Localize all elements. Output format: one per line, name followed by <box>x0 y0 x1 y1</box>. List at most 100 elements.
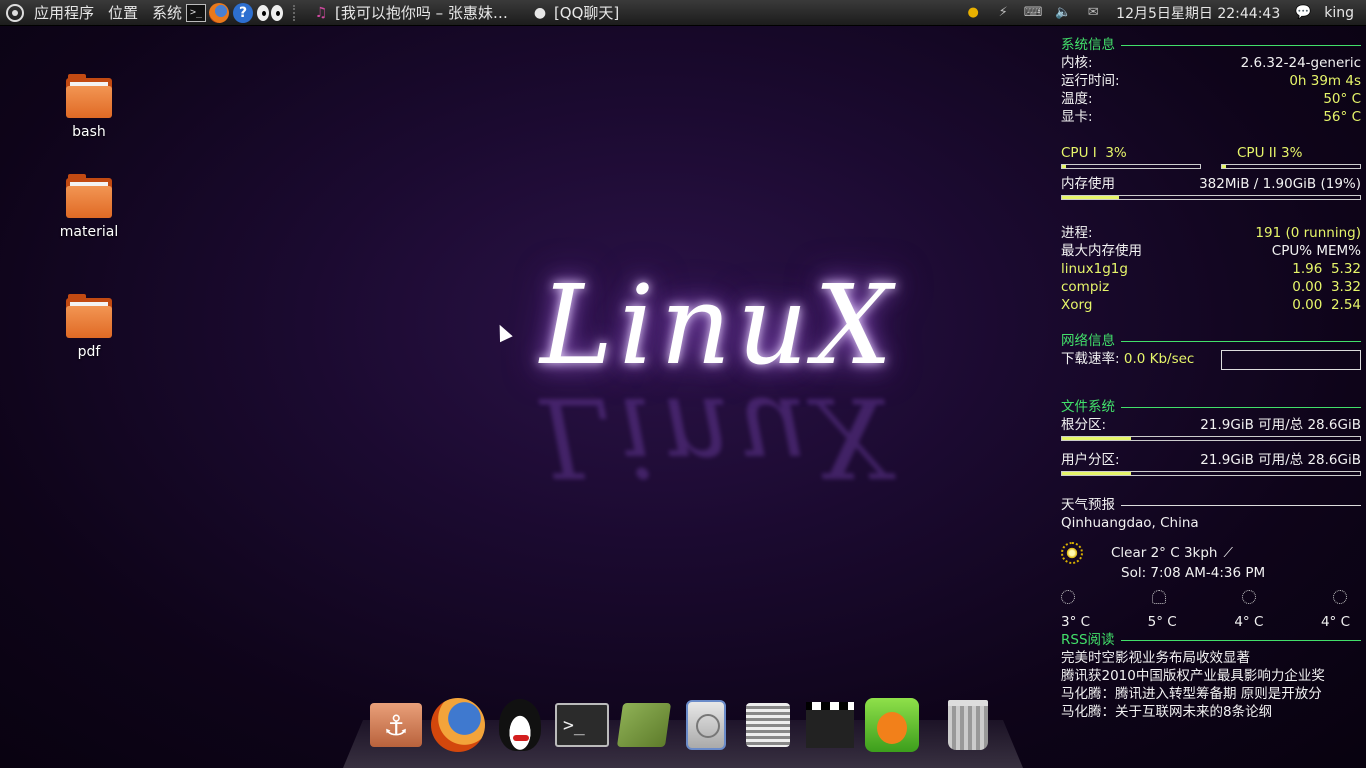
dock-spring-launcher[interactable] <box>740 697 796 753</box>
terminal-launcher-icon[interactable]: >_ <box>186 3 207 22</box>
folder-icon <box>66 294 112 338</box>
desktop-folder-bash[interactable]: bash <box>44 74 134 140</box>
dock-qq-launcher[interactable] <box>492 697 548 753</box>
trash-icon <box>948 700 988 750</box>
dock-anchor-launcher[interactable]: ⚓ <box>368 697 424 753</box>
weather-sun-times: Sol: 7:08 AM-4:36 PM <box>1121 565 1266 581</box>
section-header-sysinfo: 系统信息 <box>1061 36 1361 54</box>
process-row: Xorg 0.00 2.54 <box>1061 297 1361 313</box>
desktop-folder-pdf[interactable]: pdf <box>44 294 134 360</box>
mail-icon[interactable]: ✉ <box>1084 4 1102 22</box>
dock-terminal-launcher[interactable]: >_ <box>554 697 610 753</box>
download-graph <box>1221 350 1361 370</box>
qq-penguin-icon <box>499 699 541 751</box>
panel-separator <box>293 4 299 21</box>
firefox-icon <box>431 698 485 752</box>
weather-forecast-icons <box>1061 590 1361 609</box>
desktop-folder-material[interactable]: material <box>44 174 134 240</box>
qq-penguin-icon: ● <box>533 4 547 21</box>
taskbar-item-label: [QQ聊天] <box>553 4 620 22</box>
root-partition-bar <box>1061 436 1361 441</box>
process-count-row: 进程: 191 (0 running) <box>1061 225 1361 241</box>
top-panel: 应用程序 位置 系统 >_ ? ♫ [我可以抱你吗 – 张惠妹… ● [QQ聊天… <box>0 0 1366 26</box>
process-row: compiz 0.00 3.32 <box>1061 279 1361 295</box>
mouse-cursor-icon <box>493 321 513 343</box>
rss-item[interactable]: 马化腾：关于互联网未来的8条论纲 <box>1061 703 1361 721</box>
clock[interactable]: 12月5日星期日 22:44:43 <box>1116 3 1280 23</box>
qq-tray-icon[interactable]: ● <box>964 4 982 22</box>
taskbar-item-label: [我可以抱你吗 – 张惠妹… <box>335 4 508 22</box>
desktop-icon-label: pdf <box>77 344 101 360</box>
eyes-applet-icon[interactable] <box>257 3 285 23</box>
cpu-usage: CPU I 3% CPU II 3% <box>1061 144 1361 175</box>
root-partition-row: 根分区: 21.9GiB 可用/总 28.6GiB <box>1061 417 1361 433</box>
taskbar-item-qq[interactable]: ● [QQ聊天] <box>532 2 619 23</box>
ubuntu-logo-icon[interactable] <box>6 3 24 22</box>
folder-icon <box>66 174 112 218</box>
help-icon[interactable]: ? <box>233 2 254 23</box>
wallpaper-logo-reflection: LinuX <box>540 373 899 501</box>
process-row: linux1g1g 1.96 5.32 <box>1061 261 1361 277</box>
music-note-icon: ♫ <box>314 4 328 21</box>
forecast-sunny-icon <box>1332 590 1347 604</box>
user-partition-bar <box>1061 471 1361 476</box>
menu-system[interactable]: 系统 <box>148 2 186 23</box>
chat-status-icon[interactable]: 💬 <box>1294 4 1312 22</box>
cpu2-bar <box>1221 164 1361 169</box>
top-processes-header: 最大内存使用 CPU% MEM% <box>1061 243 1361 259</box>
user-partition-row: 用户分区: 21.9GiB 可用/总 28.6GiB <box>1061 452 1361 468</box>
clapperboard-icon <box>806 702 854 748</box>
rss-item[interactable]: 完美时空影视业务布局收效显著 <box>1061 649 1361 667</box>
sysinfo-row: 内核: 2.6.32-24-generic <box>1061 55 1361 71</box>
user-menu[interactable]: king <box>1324 5 1354 21</box>
taskbar-item-music[interactable]: ♫ [我可以抱你吗 – 张惠妹… <box>313 2 508 23</box>
section-header-network: 网络信息 <box>1061 332 1361 350</box>
panel-tray: ● ⚡ ⌨ 🔈 ✉ 12月5日星期日 22:44:43 💬 king <box>958 0 1366 25</box>
weather-location: Qinhuangdao, China <box>1061 515 1199 531</box>
forecast-cloudy-icon <box>1151 590 1166 604</box>
sysinfo-row: 运行时间: 0h 39m 4s <box>1061 73 1361 89</box>
terminal-icon: >_ <box>555 703 609 747</box>
hard-disk-icon <box>686 700 726 750</box>
sunny-weather-icon <box>1061 542 1083 564</box>
dock-pps-launcher[interactable] <box>864 697 920 753</box>
weather-current: Clear 2° C 3kph ⟋ <box>1061 542 1361 564</box>
network-plug-icon[interactable]: ⚡ <box>994 4 1012 22</box>
cpu1-label: CPU I <box>1061 145 1097 161</box>
cpu2-label: CPU II <box>1237 145 1277 161</box>
menu-places[interactable]: 位置 <box>104 2 142 23</box>
folder-icon <box>66 74 112 118</box>
menu-applications[interactable]: 应用程序 <box>30 2 98 23</box>
sysinfo-row: 温度: 50° C <box>1061 91 1361 107</box>
dock-disk-launcher[interactable] <box>678 697 734 753</box>
book-icon <box>616 703 672 747</box>
volume-icon[interactable]: 🔈 <box>1054 4 1072 22</box>
memory-bar <box>1061 195 1361 200</box>
forecast-sunny-icon <box>1242 590 1257 604</box>
spring-icon <box>746 703 790 747</box>
forecast-sunny-icon <box>1061 590 1075 604</box>
rss-item[interactable]: 马化腾：腾讯进入转型筹备期 原则是开放分 <box>1061 685 1361 703</box>
section-header-rss: RSS阅读 <box>1061 631 1361 649</box>
memory-row: 内存使用 382MiB / 1.90GiB (19%) <box>1061 176 1361 192</box>
cpu2-value: 3% <box>1281 145 1303 161</box>
cpu1-value: 3% <box>1105 145 1127 161</box>
desktop-icon-label: material <box>59 224 119 240</box>
firefox-launcher-icon[interactable] <box>209 2 230 23</box>
dock-video-launcher[interactable] <box>802 697 858 753</box>
weather-forecast-temps: 3° C 5° C 4° C 4° C <box>1061 614 1351 630</box>
rss-list: 完美时空影视业务布局收效显著 腾讯获2010中国版权产业最具影响力企业奖 马化腾… <box>1061 649 1361 721</box>
dock-firefox-launcher[interactable] <box>430 697 486 753</box>
dock-trash[interactable] <box>940 697 996 753</box>
dock-book-launcher[interactable] <box>616 697 672 753</box>
wallpaper-logo: LinuX <box>540 261 899 389</box>
cpu1-bar <box>1061 164 1201 169</box>
desktop-icon-label: bash <box>72 124 106 140</box>
pps-player-icon <box>865 698 919 752</box>
network-row: 下载速率: 0.0 Kb/sec <box>1061 350 1361 370</box>
rss-item[interactable]: 腾讯获2010中国版权产业最具影响力企业奖 <box>1061 667 1361 685</box>
conky-monitor: 系统信息 内核: 2.6.32-24-generic 运行时间: 0h 39m 4s… <box>1061 36 1361 721</box>
section-header-weather: 天气预报 <box>1061 496 1361 514</box>
keyboard-icon[interactable]: ⌨ <box>1024 4 1043 22</box>
section-header-filesystem: 文件系统 <box>1061 398 1361 416</box>
